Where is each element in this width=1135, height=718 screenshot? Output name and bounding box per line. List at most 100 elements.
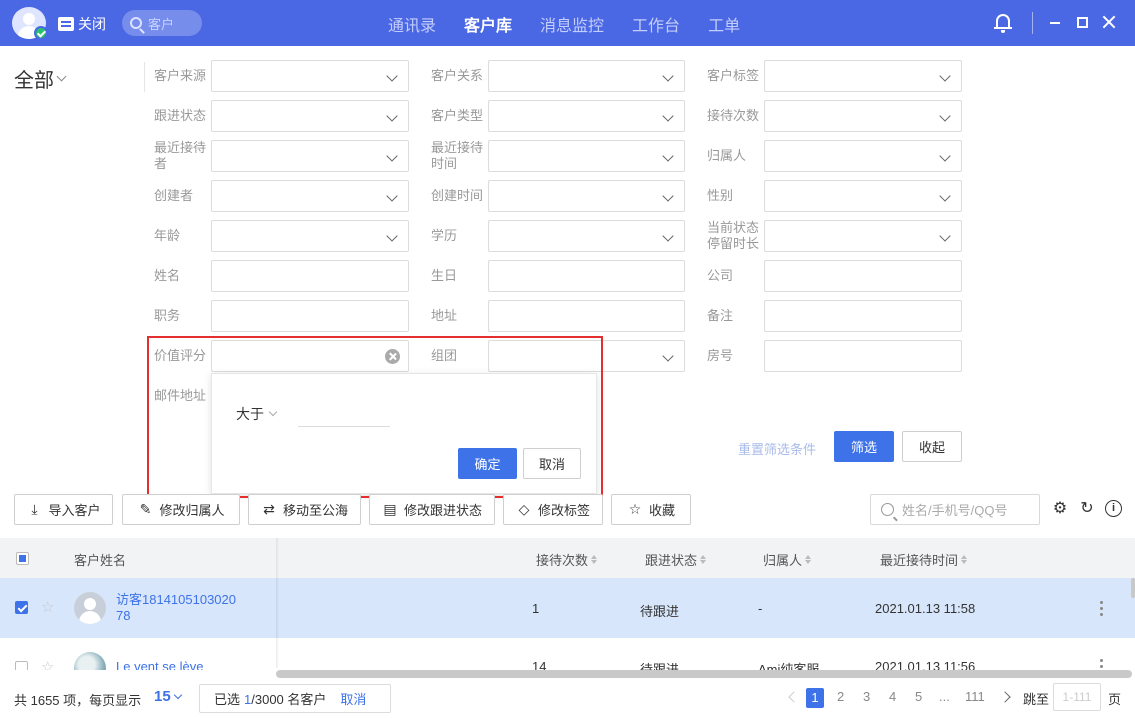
filter-reception-count-select[interactable] — [764, 100, 962, 132]
change-follow-label: 修改跟进状态 — [403, 503, 482, 518]
filter-tag-select[interactable] — [764, 60, 962, 92]
popup-cancel-button[interactable]: 取消 — [523, 448, 581, 479]
horizontal-scrollbar[interactable] — [276, 670, 1132, 678]
next-page-icon[interactable] — [999, 691, 1011, 703]
col-last-time[interactable]: 最近接待时间 — [880, 550, 968, 569]
sort-icon — [961, 555, 968, 564]
vertical-scrollbar[interactable] — [1131, 578, 1135, 598]
filter-owner-select[interactable] — [764, 140, 962, 172]
filter-room-no-input[interactable] — [764, 340, 962, 372]
customer-name-link[interactable]: Le vent se lève — [116, 659, 266, 670]
change-tag-button[interactable]: ◇ 修改标签 — [503, 494, 603, 525]
import-customers-button[interactable]: ⤓ 导入客户 — [14, 494, 113, 525]
filter-group-select[interactable] — [488, 340, 685, 372]
nav-workbench[interactable]: 工作台 — [632, 12, 680, 36]
close-button[interactable]: 关闭 — [58, 14, 106, 34]
bell-icon[interactable] — [994, 13, 1012, 33]
apply-filter-button[interactable]: 筛选 — [834, 431, 894, 462]
page-1[interactable]: 1 — [806, 688, 824, 708]
move-to-public-button[interactable]: ⇄ 移动至公海 — [248, 494, 361, 525]
page-4[interactable]: 4 — [889, 689, 896, 704]
nav-tickets[interactable]: 工单 — [708, 12, 740, 36]
nav-monitor[interactable]: 消息监控 — [540, 12, 604, 36]
settings-icon[interactable]: ⚙ — [1051, 500, 1069, 518]
table-row[interactable]: ☆ 访客1814105103020 78 1 待跟进 - 2021.01.13 1… — [0, 578, 1135, 638]
selected-suffix: /3000 名客户 — [251, 692, 327, 707]
filter-last-reception-time-select[interactable] — [488, 140, 685, 172]
filter-label-age: 年龄 — [154, 228, 181, 243]
more-icon[interactable] — [1100, 659, 1104, 670]
customer-search-input[interactable]: 姓名/手机号/QQ号 — [870, 494, 1040, 525]
reset-filter-link[interactable]: 重置筛选条件 — [738, 439, 816, 458]
filter-education-select[interactable] — [488, 220, 685, 252]
value-score-popup: 大于 确定 取消 — [211, 373, 597, 494]
info-icon[interactable]: i — [1105, 500, 1122, 517]
page-size-dropdown[interactable]: 15 — [154, 688, 182, 705]
prev-page-icon[interactable] — [788, 691, 800, 703]
favorite-button[interactable]: ☆ 收藏 — [611, 494, 691, 525]
change-follow-status-button[interactable]: ▤ 修改跟进状态 — [369, 494, 495, 525]
customer-search-placeholder: 姓名/手机号/QQ号 — [902, 503, 1008, 518]
filter-label-birthday: 生日 — [431, 268, 458, 283]
nav-contacts[interactable]: 通讯录 — [388, 12, 436, 36]
filter-address-input[interactable] — [488, 300, 685, 332]
scope-dropdown[interactable]: 全部 — [14, 64, 67, 93]
filter-company-input[interactable] — [764, 260, 962, 292]
row-checkbox[interactable] — [15, 661, 28, 670]
swap-icon: ⇄ — [263, 501, 275, 517]
popup-confirm-button[interactable]: 确定 — [458, 448, 517, 479]
clear-icon[interactable] — [385, 349, 400, 364]
col-count[interactable]: 接待次数 — [536, 550, 598, 569]
main-nav: 通讯录 客户库 消息监控 工作台 工单 — [388, 12, 740, 36]
filter-age-select[interactable] — [211, 220, 409, 252]
filter-label-follow-status: 跟进状态 — [154, 108, 207, 123]
maximize-icon[interactable] — [1077, 17, 1088, 28]
jump-page-input[interactable]: 1-111 — [1053, 683, 1101, 711]
filter-creator-select[interactable] — [211, 180, 409, 212]
operator-dropdown[interactable]: 大于 — [236, 404, 278, 424]
top-search-input[interactable]: 客户 — [122, 10, 202, 36]
filter-created-time-select[interactable] — [488, 180, 685, 212]
filter-last-receiver-select[interactable] — [211, 140, 409, 172]
nav-customers[interactable]: 客户库 — [464, 12, 512, 36]
filter-label-remark: 备注 — [707, 308, 734, 323]
page-ellipsis[interactable]: ... — [939, 689, 950, 704]
filter-name-input[interactable] — [211, 260, 409, 292]
jump-label: 跳至 — [1023, 692, 1050, 707]
minimize-icon[interactable] — [1050, 22, 1060, 24]
col-owner[interactable]: 归属人 — [763, 550, 812, 569]
filter-cust-type-select[interactable] — [488, 100, 685, 132]
filter-remark-input[interactable] — [764, 300, 962, 332]
refresh-icon[interactable]: ↻ — [1078, 500, 1096, 518]
table-row[interactable]: ☆ Le vent se lève 14 待跟进 Ami纯客服 2021.01.… — [0, 638, 1135, 670]
star-icon[interactable]: ☆ — [41, 658, 54, 670]
collapse-filter-button[interactable]: 收起 — [902, 431, 962, 462]
filter-source-select[interactable] — [211, 60, 409, 92]
page-2[interactable]: 2 — [837, 689, 844, 704]
filter-follow-status-select[interactable] — [211, 100, 409, 132]
select-all-checkbox[interactable] — [16, 552, 29, 565]
filter-relation-select[interactable] — [488, 60, 685, 92]
chevron-down-icon — [662, 70, 674, 82]
change-owner-button[interactable]: ✎ 修改归属人 — [122, 494, 240, 525]
filter-birthday-input[interactable] — [488, 260, 685, 292]
sort-icon — [591, 555, 598, 564]
filter-stay-duration-select[interactable] — [764, 220, 962, 252]
more-icon[interactable] — [1100, 601, 1104, 617]
chevron-down-icon — [939, 150, 951, 162]
filter-title-input[interactable] — [211, 300, 409, 332]
window-close-icon[interactable] — [1102, 15, 1116, 29]
cancel-selection-link[interactable]: 取消 — [340, 689, 366, 708]
filter-gender-select[interactable] — [764, 180, 962, 212]
chevron-down-icon — [939, 230, 951, 242]
score-value-input[interactable] — [298, 426, 390, 427]
page-111[interactable]: 111 — [965, 689, 985, 704]
customer-name-link[interactable]: 访客1814105103020 78 — [116, 592, 256, 624]
page-5[interactable]: 5 — [915, 689, 922, 704]
star-icon[interactable]: ☆ — [41, 598, 54, 616]
chevron-down-icon — [386, 230, 398, 242]
page-3[interactable]: 3 — [863, 689, 870, 704]
row-checkbox[interactable] — [15, 601, 28, 614]
filter-value-score-input[interactable] — [211, 340, 409, 372]
col-status[interactable]: 跟进状态 — [645, 550, 707, 569]
